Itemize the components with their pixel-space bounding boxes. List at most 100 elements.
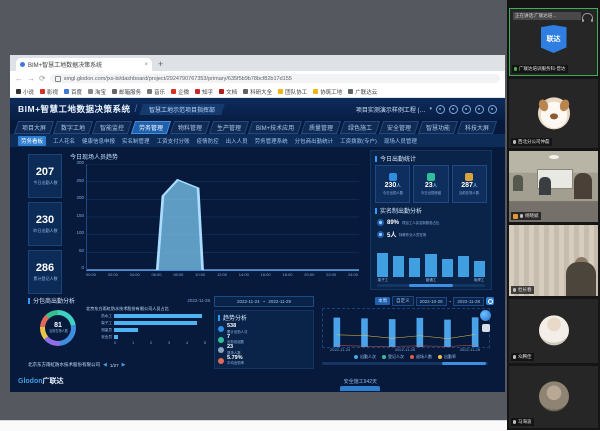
new-tab-button[interactable]: + — [158, 58, 163, 71]
nav-tab[interactable]: 科技大屏 — [457, 121, 497, 134]
bookmark-item[interactable]: 淘宝 — [88, 88, 106, 96]
legend-item[interactable]: 登记人次 — [382, 354, 404, 360]
back-icon[interactable]: ← — [15, 75, 23, 83]
custom-range-button[interactable]: 自定义 — [392, 296, 414, 306]
stat-value: 287人 — [461, 182, 477, 189]
bookmarks-bar: 小说影视百度淘宝邮箱服务音乐 企微知乎文档 科研大全团队协工协筑工地广联达云 — [10, 86, 505, 98]
address-bar[interactable]: smgl.glodon.com/jxs-bi/dashboard/project… — [50, 74, 500, 83]
participant-tile[interactable]: 杨晓斌 — [509, 151, 598, 222]
nav-tab[interactable]: BIM+技术应用 — [248, 121, 302, 134]
bookmark-item[interactable]: 企微 — [171, 88, 189, 96]
participant-tile[interactable]: 众腾佳 — [509, 299, 598, 363]
sub-tab[interactable]: 工人花名 — [53, 137, 75, 145]
nav-tab[interactable]: 质量管理 — [301, 121, 341, 134]
sub-tab[interactable]: 工资拨款(专户) — [340, 137, 377, 145]
assistant-button[interactable] — [480, 310, 491, 321]
bookmark-item[interactable]: 百度 — [64, 88, 82, 96]
x-tick: 14:00 — [239, 272, 249, 277]
feedback-widget[interactable] — [482, 324, 490, 332]
date-to-input[interactable]: 2022-11-28 — [453, 297, 484, 306]
stat-label: 今日出勤人数 — [382, 190, 402, 195]
nav-tab-label: 科技大屏 — [465, 123, 489, 132]
footer-tab[interactable] — [340, 386, 380, 391]
bookmark-item[interactable]: 邮箱服务 — [112, 88, 141, 96]
x-tick: 22:00 — [326, 272, 336, 277]
reload-icon[interactable]: ⟳ — [39, 75, 46, 83]
next-page-icon[interactable]: ▶ — [122, 362, 126, 368]
bookmark-item[interactable]: 音乐 — [147, 88, 165, 96]
fullscreen-icon[interactable] — [449, 105, 458, 114]
nav-tab[interactable]: 数字工地 — [53, 121, 93, 134]
legend-item[interactable]: 出勤人次 — [354, 354, 376, 360]
bookmark-item[interactable]: 科研大全 — [243, 88, 272, 96]
realname-value: 5人 — [387, 230, 396, 239]
bookmark-item[interactable]: 影视 — [40, 88, 58, 96]
overview-stat-card: 23人今日出勤班组 — [413, 165, 448, 203]
bookmark-item[interactable]: 团队协工 — [278, 88, 307, 96]
sub-tab[interactable]: 出入人员 — [226, 137, 248, 145]
participant-tile[interactable]: 马海波 — [509, 366, 598, 428]
sub-tab[interactable]: 疫情防控 — [197, 137, 219, 145]
trade-bar — [474, 261, 485, 277]
trade-scrollbar[interactable] — [377, 284, 485, 287]
bookmark-item[interactable]: 小说 — [16, 88, 34, 96]
quick-range-button[interactable]: 本周 — [375, 297, 390, 305]
nav-tab[interactable]: 项目大屏 — [14, 121, 54, 134]
bookmark-label: 企微 — [178, 88, 189, 96]
participant-name: 广联达培训服务科-曾达 — [519, 66, 566, 72]
nav-tab[interactable]: 智慧功能 — [418, 121, 458, 134]
sub-tab[interactable]: 实名制管理 — [122, 137, 150, 145]
hbar-tick: 2 — [150, 340, 152, 345]
legend-item[interactable]: 出勤率 — [438, 354, 456, 360]
panel-date[interactable]: 2022-11-28 — [187, 298, 210, 303]
sub-tab[interactable]: 健康信息申报 — [82, 137, 115, 145]
browser-tab-bar: BIM+智慧工地数据决策系统 × + — [10, 55, 505, 71]
power-icon[interactable] — [488, 105, 497, 114]
chevron-down-icon[interactable]: ▾ — [429, 106, 432, 112]
chart-scrollbar[interactable] — [322, 362, 488, 365]
participant-tile[interactable]: 正在讲话:广联达培… 联达 广联达培训服务科-曾达 — [509, 8, 598, 76]
participant-tile[interactable]: 西北分公司仲磊 — [509, 79, 598, 148]
x-tick: 04:00 — [130, 272, 140, 277]
sub-tab[interactable]: 劳务看板 — [18, 136, 46, 146]
nav-tab[interactable]: 绿色施工 — [340, 121, 380, 134]
realname-value: 89% — [387, 220, 399, 226]
prev-page-icon[interactable]: ◀ — [103, 362, 107, 368]
bell-icon[interactable] — [475, 105, 484, 114]
participant-tile[interactable]: 杜长春 — [509, 225, 598, 296]
forward-icon[interactable]: → — [27, 75, 35, 83]
nav-tab[interactable]: 智能监控 — [92, 121, 132, 134]
bookmark-item[interactable]: 协筑工地 — [313, 88, 342, 96]
bookmark-item[interactable]: 知乎 — [195, 88, 213, 96]
user-icon[interactable] — [436, 105, 445, 114]
project-selector[interactable]: 项目实测演示样例工程 (… — [356, 105, 426, 114]
legend-item[interactable]: 退场人数 — [410, 354, 432, 360]
nav-tab[interactable]: 物料管理 — [170, 121, 210, 134]
bookmark-label: 小说 — [23, 88, 34, 96]
legend-label: 出勤人次 — [360, 354, 376, 360]
hbar-label: 测量员 — [89, 327, 112, 332]
sub-tab[interactable]: 现场人员管理 — [384, 137, 417, 145]
subcontractor-title: 分包商出勤分析 2022-11-28 — [28, 296, 210, 305]
bookmark-item[interactable]: 文档 — [219, 88, 237, 96]
search-icon[interactable] — [486, 297, 494, 305]
browser-tab[interactable]: BIM+智慧工地数据决策系统 × — [16, 58, 152, 71]
bookmark-favicon — [348, 89, 353, 94]
sub-tab[interactable]: 分包商出勤统计 — [295, 137, 334, 145]
bookmark-label: 科研大全 — [250, 88, 272, 96]
trend-stat-label: 退场人数 — [227, 351, 241, 356]
tab-close-icon[interactable]: × — [144, 62, 148, 68]
realname-row: 5人特种作业人员在场 — [371, 228, 491, 241]
apps-icon[interactable] — [462, 105, 471, 114]
sub-tab[interactable]: 劳务管理系统 — [255, 137, 288, 145]
nav-tab[interactable]: 劳务管理 — [131, 121, 171, 134]
sub-tab[interactable]: 工资支付分账 — [157, 137, 190, 145]
trade-bar — [425, 254, 436, 277]
stat-dot-icon — [218, 358, 224, 364]
bookmark-item[interactable]: 广联达云 — [348, 88, 377, 96]
date-from-input[interactable]: 2022-10-28 — [416, 297, 447, 306]
bookmark-favicon — [147, 89, 152, 94]
date-range-picker[interactable]: 2022-11-24 ~ 2022-11-29 — [214, 296, 314, 307]
nav-tab[interactable]: 安全管理 — [379, 121, 419, 134]
nav-tab[interactable]: 生产管理 — [209, 121, 249, 134]
